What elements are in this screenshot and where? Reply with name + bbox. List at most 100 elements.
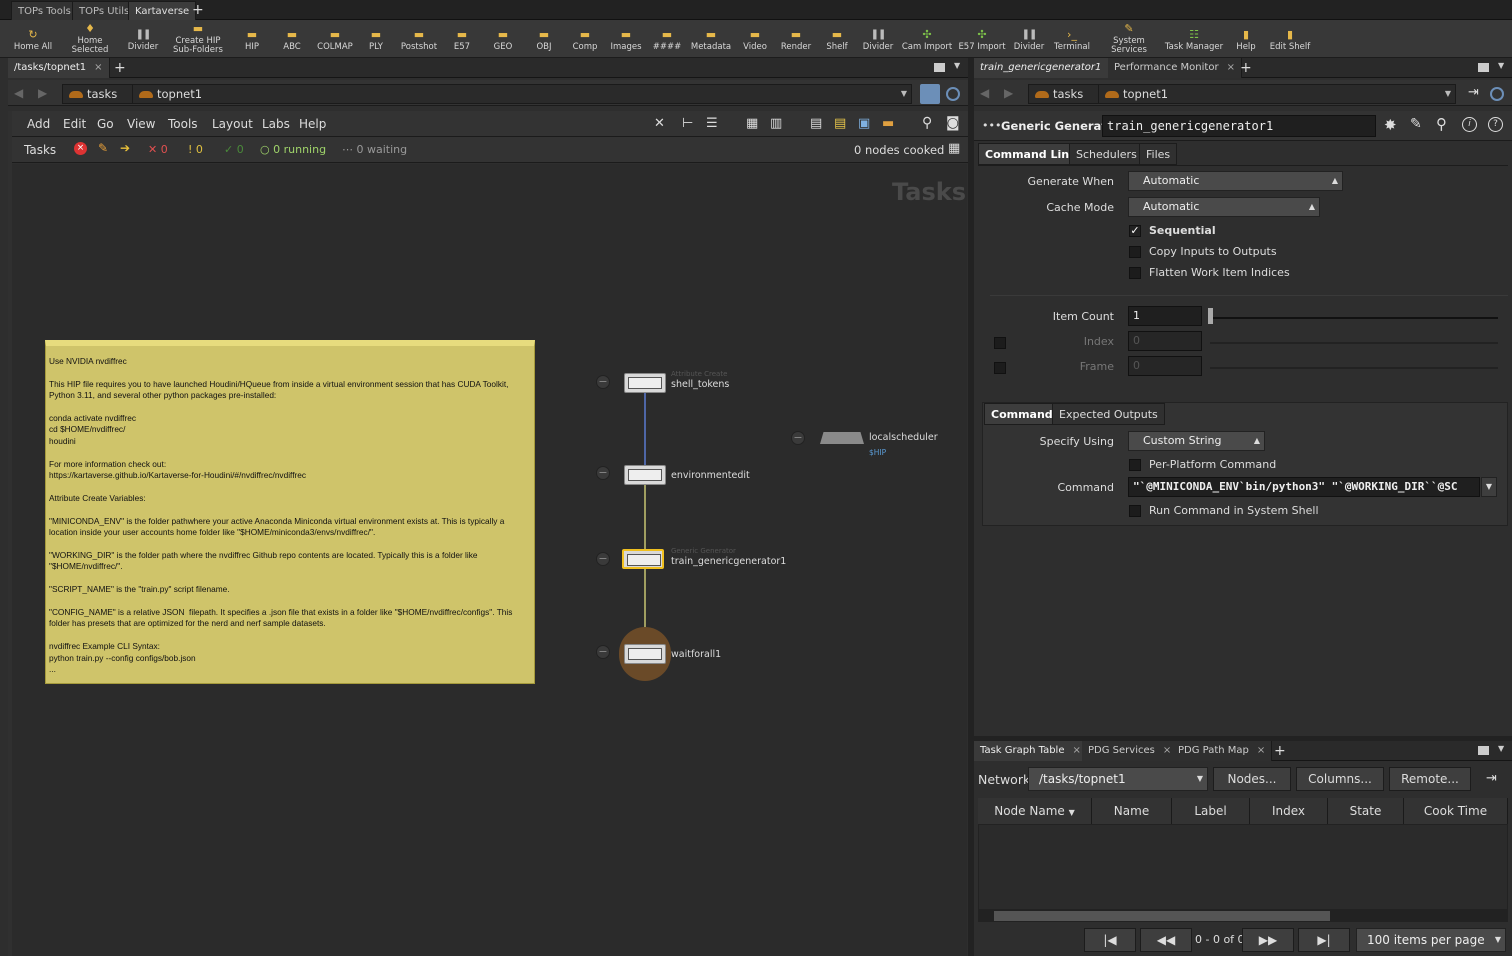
tree-icon[interactable]: ⊢ — [682, 116, 693, 131]
menu-help[interactable]: Help — [299, 117, 326, 131]
maximize-icon[interactable] — [1478, 63, 1489, 72]
run-in-shell-checkbox[interactable] — [1129, 505, 1141, 517]
shelf-tab-kartaverse[interactable]: Kartaverse — [128, 1, 197, 20]
pane-menu-icon[interactable]: ▼ — [954, 61, 960, 70]
cook-icon[interactable]: ✎ — [98, 141, 108, 155]
tab-command[interactable]: Command — [984, 403, 1060, 425]
columns-button[interactable]: Columns... — [1296, 767, 1384, 791]
gear-icon[interactable]: ✸ — [1384, 116, 1397, 134]
node-localscheduler[interactable] — [820, 432, 864, 444]
tab-expected-outputs[interactable]: Expected Outputs — [1052, 403, 1165, 425]
info-icon[interactable]: i — [1462, 117, 1477, 132]
close-icon[interactable]: × — [1257, 745, 1265, 756]
prev-page-icon[interactable]: ◀◀ — [1140, 928, 1192, 952]
menu-tools[interactable]: Tools — [168, 117, 198, 131]
tab-performance-monitor[interactable]: Performance Monitor × — [1108, 58, 1242, 78]
image-icon[interactable]: ▣ — [858, 116, 870, 131]
last-page-icon[interactable]: ▶| — [1298, 928, 1350, 952]
generate-when-select[interactable]: Automatic ▲ — [1128, 171, 1343, 191]
shelf-tool[interactable]: ▮ Edit Shelf — [1260, 22, 1320, 52]
tab-files[interactable]: Files — [1139, 143, 1178, 165]
node-menu-icon[interactable]: ••• — [982, 119, 1001, 132]
slider-handle[interactable] — [1208, 308, 1213, 324]
close-icon[interactable]: × — [1163, 745, 1171, 756]
shelf-tool[interactable]: ✣ Cam Import — [897, 22, 957, 52]
task-table-icon[interactable]: ▦ — [948, 141, 960, 156]
copy-inputs-checkbox[interactable] — [1129, 246, 1141, 258]
command-field[interactable]: "`@MINICONDA_ENV`bin/python3" "`@WORKING… — [1128, 477, 1480, 497]
tools-icon[interactable]: ✕ — [654, 116, 665, 131]
camera-icon[interactable]: ◙ — [946, 115, 960, 131]
shelf-tab-tops-tools[interactable]: TOPs Tools — [11, 1, 78, 20]
forward-arrow-icon[interactable]: ▶ — [1004, 86, 1013, 100]
column-state[interactable]: State — [1328, 798, 1404, 824]
sticky-note-icon[interactable]: ▤ — [834, 116, 846, 131]
pane-menu-icon[interactable]: ▼ — [1498, 61, 1504, 70]
tab-pdg-services[interactable]: PDG Services × — [1082, 741, 1179, 761]
node-bypass-icon[interactable]: − — [596, 552, 610, 566]
item-count-field[interactable]: 1 — [1128, 306, 1202, 326]
link-icon[interactable] — [1490, 87, 1504, 101]
add-tab-icon[interactable]: + — [114, 59, 126, 77]
frame-slider[interactable] — [1210, 367, 1498, 369]
specify-using-select[interactable]: Custom String ▲ — [1128, 431, 1265, 451]
maximize-icon[interactable] — [934, 63, 945, 72]
shelf-tool[interactable]: ❚❚ Divider — [113, 22, 173, 52]
remote-button[interactable]: Remote... — [1389, 767, 1471, 791]
column-index[interactable]: Index — [1250, 798, 1328, 824]
list-icon[interactable]: ☰ — [706, 116, 718, 131]
shelf-tab-tops-utils[interactable]: TOPs Utils — [72, 1, 137, 20]
network-box-icon[interactable]: ▬ — [882, 116, 894, 131]
crumb-topnet1[interactable]: topnet1 ▼ — [132, 84, 912, 104]
display-icon[interactable]: ▤ — [810, 116, 822, 131]
crumb-topnet1[interactable]: topnet1 ▼ — [1098, 84, 1456, 104]
network-path-select[interactable]: /tasks/topnet1 ▼ — [1028, 767, 1208, 791]
shelf-tool[interactable]: ☷ Task Manager — [1164, 22, 1224, 52]
close-icon[interactable]: × — [1072, 745, 1080, 756]
menu-add[interactable]: Add — [27, 117, 50, 131]
node-shell-tokens[interactable] — [624, 373, 666, 393]
items-per-page-select[interactable]: 100 items per page ▼ — [1356, 928, 1506, 952]
shelf-tool[interactable]: ▬ Create HIP Sub-Folders — [168, 22, 228, 55]
pane-menu-icon[interactable]: ▼ — [1498, 744, 1504, 753]
tab-command-line[interactable]: Command Line — [978, 143, 1084, 165]
cook-output-icon[interactable]: ➔ — [120, 141, 130, 155]
search-icon[interactable]: ⚲ — [922, 115, 932, 131]
first-page-icon[interactable]: |◀ — [1084, 928, 1136, 952]
tab-network-path[interactable]: /tasks/topnet1 × — [8, 58, 110, 78]
node-bypass-icon[interactable]: − — [596, 645, 610, 659]
node-bypass-icon[interactable]: − — [791, 431, 805, 445]
tab-task-graph-table[interactable]: Task Graph Table × — [974, 741, 1088, 761]
menu-go[interactable]: Go — [97, 117, 114, 131]
item-count-slider[interactable] — [1210, 317, 1498, 319]
brush-icon[interactable]: ✎ — [1410, 116, 1422, 132]
search-icon[interactable]: ⚲ — [1436, 115, 1447, 133]
node-bypass-icon[interactable]: − — [596, 375, 610, 389]
column-cook-time[interactable]: Cook Time — [1404, 798, 1508, 824]
back-arrow-icon[interactable]: ◀ — [14, 86, 23, 100]
nodes-button[interactable]: Nodes... — [1213, 767, 1291, 791]
node-train-genericgenerator1[interactable] — [622, 549, 664, 569]
pin-icon[interactable]: ⇥ — [1468, 85, 1479, 100]
node-name-field[interactable]: train_genericgenerator1 — [1102, 115, 1376, 137]
next-page-icon[interactable]: ▶▶ — [1242, 928, 1294, 952]
chevron-down-icon[interactable]: ▼ — [1481, 477, 1497, 497]
tab-pdg-path-map[interactable]: PDG Path Map × — [1172, 741, 1273, 761]
add-tab-icon[interactable]: + — [1274, 742, 1286, 760]
crumb-tasks[interactable]: tasks — [62, 84, 133, 104]
node-waitforall1[interactable] — [624, 644, 666, 664]
column-node-name[interactable]: Node Name ▼ — [978, 798, 1092, 824]
menu-view[interactable]: View — [127, 117, 155, 131]
crumb-tasks[interactable]: tasks — [1028, 84, 1099, 104]
menu-layout[interactable]: Layout — [212, 117, 253, 131]
close-icon[interactable]: × — [94, 62, 102, 73]
sticky-note[interactable]: Use NVIDIA nvdiffrec This HIP file requi… — [45, 340, 535, 684]
back-arrow-icon[interactable]: ◀ — [980, 86, 989, 100]
menu-edit[interactable]: Edit — [63, 117, 86, 131]
pin-icon[interactable] — [920, 84, 940, 104]
node-environmentedit[interactable] — [624, 465, 666, 485]
shelf-tool[interactable]: ♦ Home Selected — [60, 22, 120, 55]
index-slider[interactable] — [1210, 342, 1498, 344]
flatten-checkbox[interactable] — [1129, 267, 1141, 279]
close-icon[interactable]: × — [1227, 62, 1235, 73]
